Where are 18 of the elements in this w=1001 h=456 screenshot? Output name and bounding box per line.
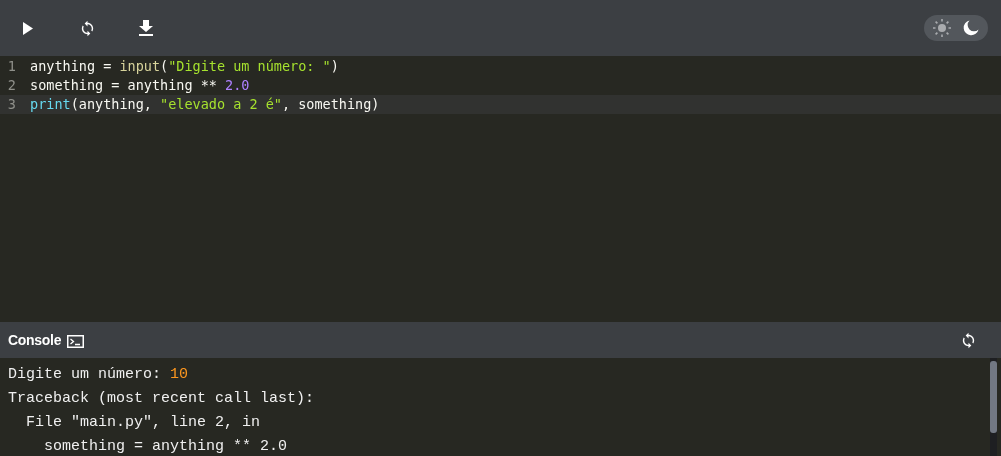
download-icon xyxy=(139,20,153,36)
play-icon xyxy=(22,21,34,35)
terminal-icon xyxy=(67,335,85,348)
console-line: Traceback (most recent call last): xyxy=(8,389,316,409)
console-line: Digite um número: 10 xyxy=(8,365,190,385)
line-number: 3 xyxy=(6,95,17,114)
scrollbar[interactable] xyxy=(990,358,997,456)
console-line: something = anything ** 2.0 xyxy=(43,437,289,456)
line-number: 2 xyxy=(6,76,17,95)
line-number: 1 xyxy=(6,57,17,76)
sun-icon[interactable] xyxy=(933,19,951,37)
console-title: Console xyxy=(8,332,62,348)
code-text: print(anything, "elevado a 2 é", something) xyxy=(30,95,380,114)
theme-toggle[interactable] xyxy=(924,15,988,41)
code-text: something = anything ** 2.0 xyxy=(30,76,250,95)
console-line: File "main.py", line 2, in xyxy=(25,413,262,433)
code-text: anything = input("Digite um número: ") xyxy=(30,57,339,76)
moon-icon[interactable] xyxy=(963,20,979,36)
